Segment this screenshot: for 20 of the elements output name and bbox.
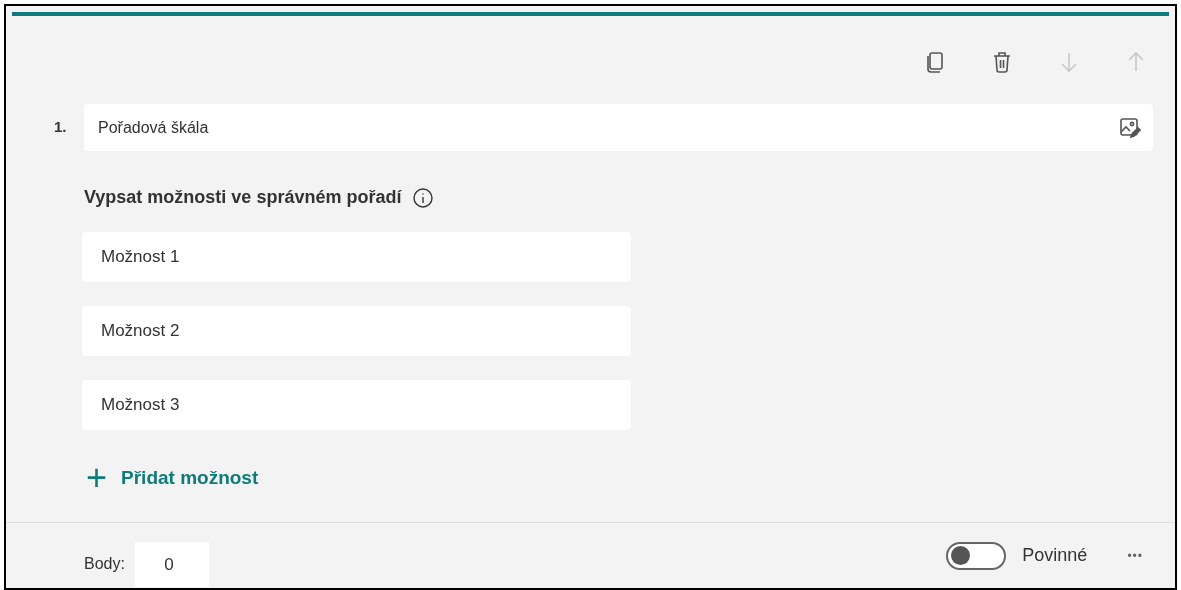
question-title-field[interactable]: Pořadová škála xyxy=(84,104,1153,151)
copy-icon xyxy=(925,51,945,73)
option-field[interactable]: Možnost 2 xyxy=(82,306,631,356)
copy-button[interactable] xyxy=(924,50,946,74)
required-toggle[interactable] xyxy=(946,541,1007,570)
option-field[interactable]: Možnost 1 xyxy=(82,232,631,282)
delete-button[interactable] xyxy=(991,50,1013,74)
points-label: Body: xyxy=(84,553,125,574)
instruction-text: Vypsat možnosti ve správném pořadí xyxy=(84,186,402,209)
question-number: 1. xyxy=(54,117,68,138)
info-icon[interactable] xyxy=(413,187,434,208)
more-button[interactable]: ••• xyxy=(1127,546,1143,565)
add-option-button[interactable]: + Přidat možnost xyxy=(86,460,259,496)
arrow-up-icon xyxy=(1126,51,1146,73)
option-field[interactable]: Možnost 3 xyxy=(82,380,631,430)
required-label: Povinné xyxy=(1022,544,1088,567)
arrow-down-icon xyxy=(1059,51,1079,73)
image-edit-icon xyxy=(1119,116,1141,139)
delete-icon xyxy=(992,51,1012,73)
points-field[interactable]: 0 xyxy=(134,542,209,587)
